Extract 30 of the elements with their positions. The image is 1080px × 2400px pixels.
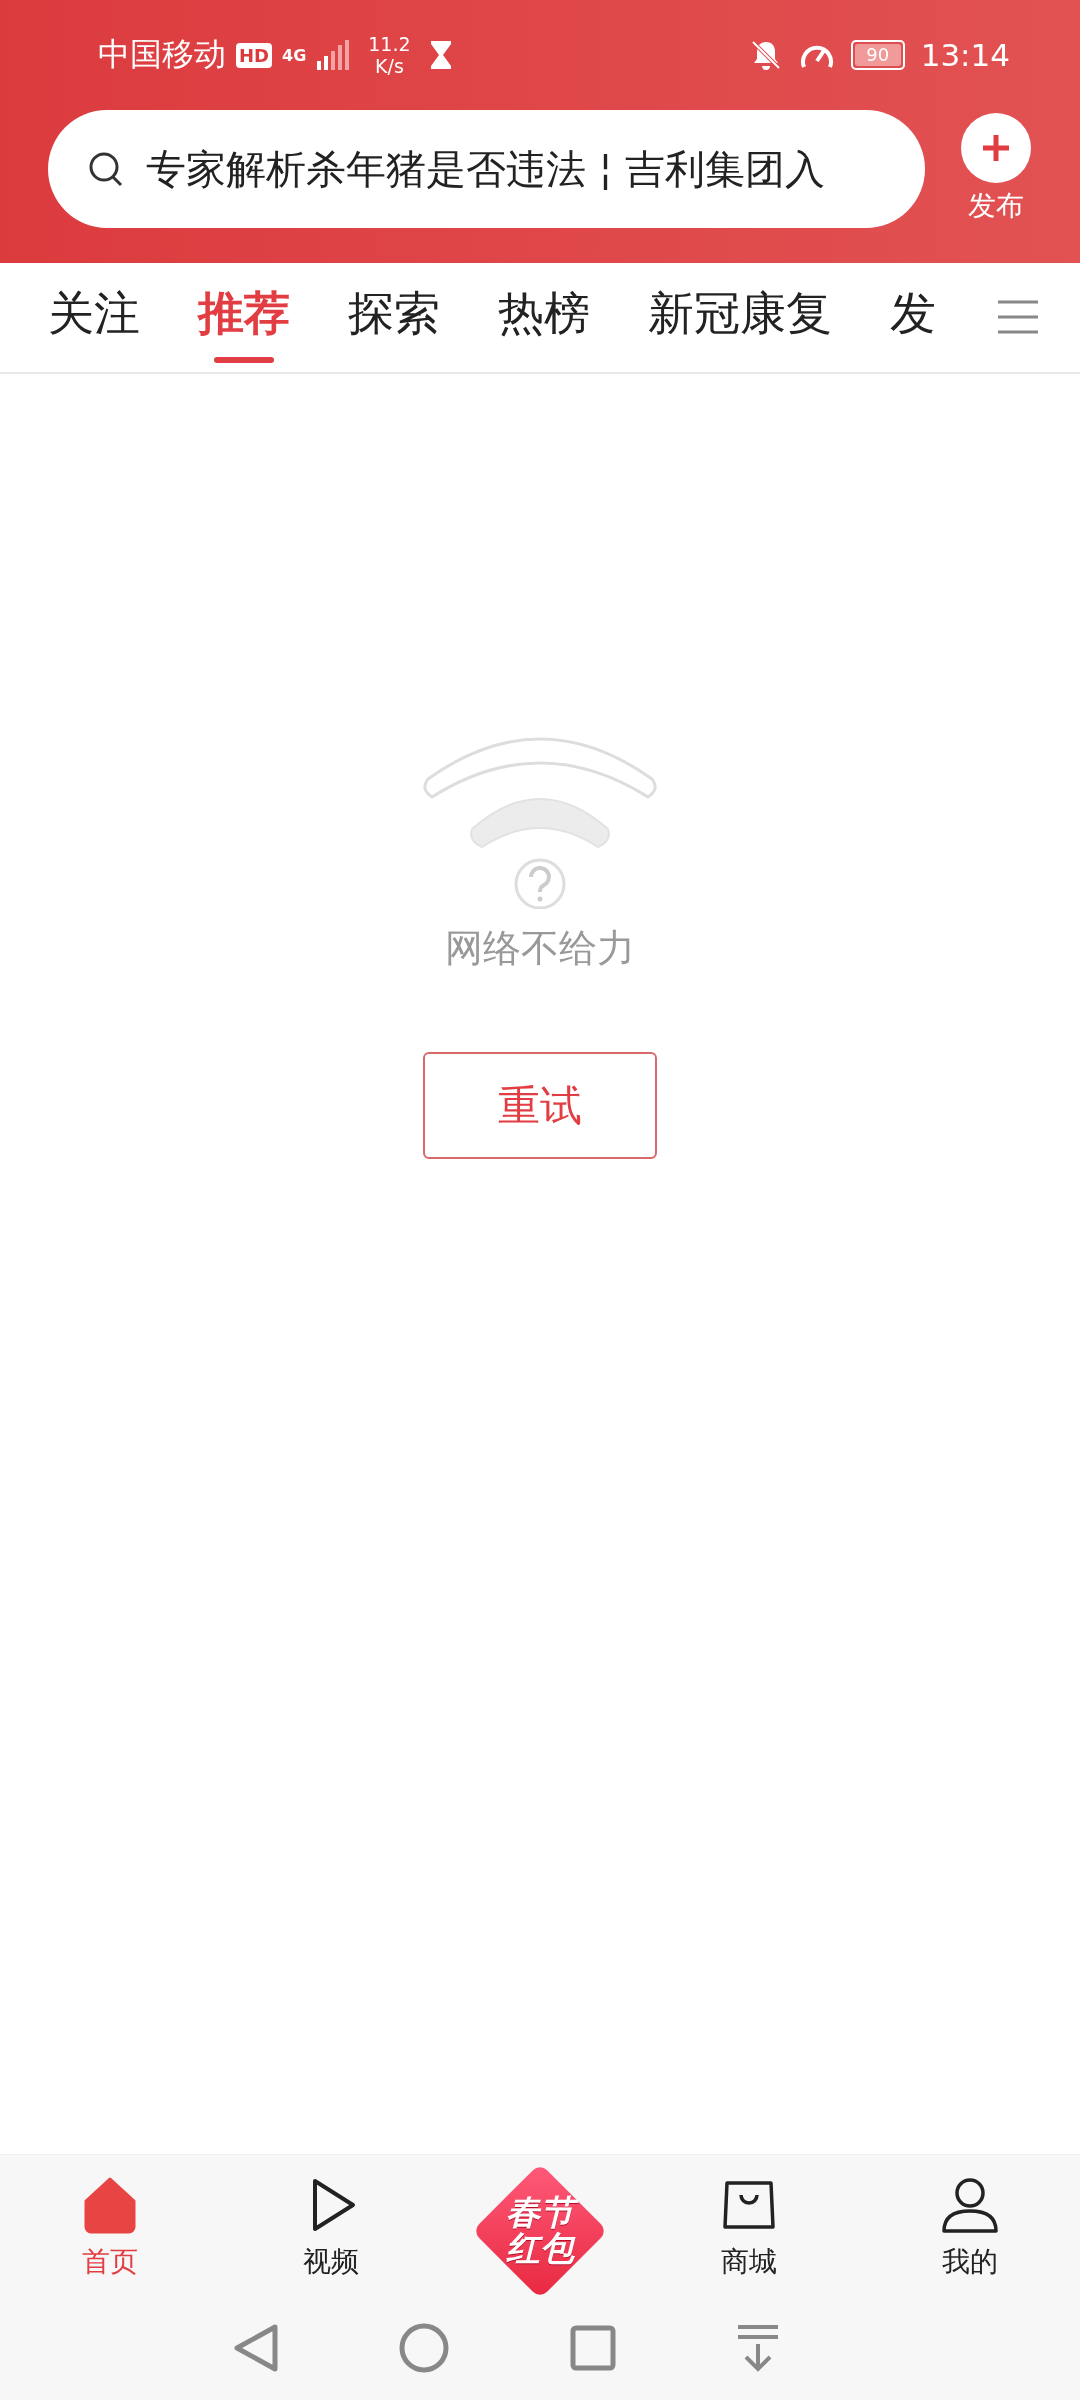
retry-button[interactable]: 重试	[423, 1052, 657, 1159]
carrier-name: 中国移动	[98, 34, 226, 75]
hourglass-icon	[428, 39, 453, 71]
back-icon[interactable]	[233, 2322, 279, 2373]
nav-tab[interactable]: 商城	[688, 2175, 809, 2281]
category-tab[interactable]: 探索	[348, 272, 440, 363]
category-tab[interactable]: 热榜	[498, 272, 590, 363]
person-icon	[939, 2175, 1000, 2235]
category-tab[interactable]: 新冠康复	[648, 272, 832, 363]
category-tab[interactable]: 关注	[48, 272, 140, 363]
nav-tab[interactable]: 首页	[50, 2175, 171, 2281]
publish-button[interactable]: 发布	[961, 113, 1031, 225]
nav-tab[interactable]: 我的	[909, 2175, 1030, 2281]
plus-icon	[961, 113, 1031, 183]
recents-icon[interactable]	[569, 2324, 616, 2371]
search-field[interactable]: 专家解析杀年猪是否违法 ¦ 吉利集团入	[48, 110, 925, 228]
error-message: 网络不给力	[445, 925, 635, 972]
hd-badge: HD	[236, 42, 272, 68]
signal-icon	[316, 39, 351, 71]
speed-unit: K/s	[375, 55, 404, 77]
category-tab[interactable]: 发	[890, 272, 936, 363]
speed-value: 11.2	[368, 33, 411, 55]
home-circle-icon[interactable]	[399, 2322, 450, 2373]
notification-pull-icon[interactable]	[736, 2323, 780, 2372]
battery-icon: 90	[850, 40, 905, 70]
clock-time: 13:14	[920, 37, 1010, 73]
nav-tab[interactable]: 视频	[271, 2175, 392, 2281]
category-tab[interactable]: 推荐	[198, 272, 290, 363]
menu-icon[interactable]	[996, 299, 1040, 335]
network-type: 4G	[282, 45, 307, 65]
